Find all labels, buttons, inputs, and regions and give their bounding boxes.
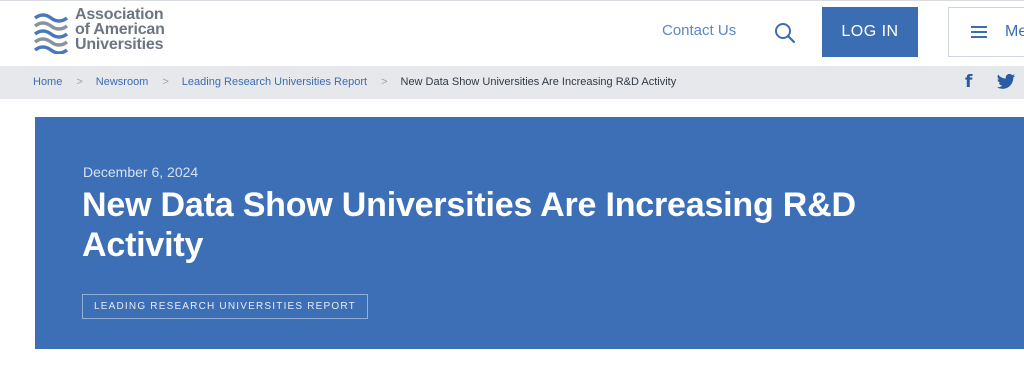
logo-wordmark: Association of American Universities: [75, 6, 165, 53]
menu-label: Menu: [1005, 23, 1024, 40]
hamburger-icon: [971, 26, 987, 38]
aau-logo-mark-icon: [33, 13, 69, 54]
menu-button[interactable]: Menu: [948, 7, 1024, 57]
article-date: December 6, 2024: [83, 164, 199, 180]
article-hero: December 6, 2024 New Data Show Universit…: [35, 117, 1024, 349]
breadcrumb-newsroom[interactable]: Newsroom: [96, 76, 149, 88]
page-title: New Data Show Universities Are Increasin…: [82, 186, 856, 264]
breadcrumb-current: New Data Show Universities Are Increasin…: [400, 76, 677, 88]
site-header: Association of American Universities Con…: [0, 0, 1024, 66]
facebook-icon[interactable]: f: [965, 72, 972, 92]
breadcrumb-report[interactable]: Leading Research Universities Report: [182, 76, 367, 88]
category-tag[interactable]: LEADING RESEARCH UNIVERSITIES REPORT: [82, 294, 368, 319]
breadcrumb-separator: >: [76, 76, 83, 88]
search-button[interactable]: [772, 20, 798, 46]
search-icon: [775, 23, 796, 44]
breadcrumb-separator: >: [381, 76, 388, 88]
breadcrumb-bar: Home > Newsroom > Leading Research Universit…: [0, 66, 1024, 99]
logo-line-2: of American: [75, 21, 165, 38]
login-button[interactable]: LOG IN: [822, 7, 918, 57]
aau-logo[interactable]: Association of American Universities: [33, 7, 173, 57]
breadcrumb-home[interactable]: Home: [33, 76, 62, 88]
logo-line-3: Universities: [75, 36, 164, 53]
contact-us-link[interactable]: Contact Us: [662, 22, 736, 39]
breadcrumb: Home > Newsroom > Leading Research Universit…: [33, 76, 676, 88]
logo-line-1: Association: [75, 6, 164, 23]
twitter-icon[interactable]: [996, 73, 1016, 91]
breadcrumb-separator: >: [162, 76, 169, 88]
